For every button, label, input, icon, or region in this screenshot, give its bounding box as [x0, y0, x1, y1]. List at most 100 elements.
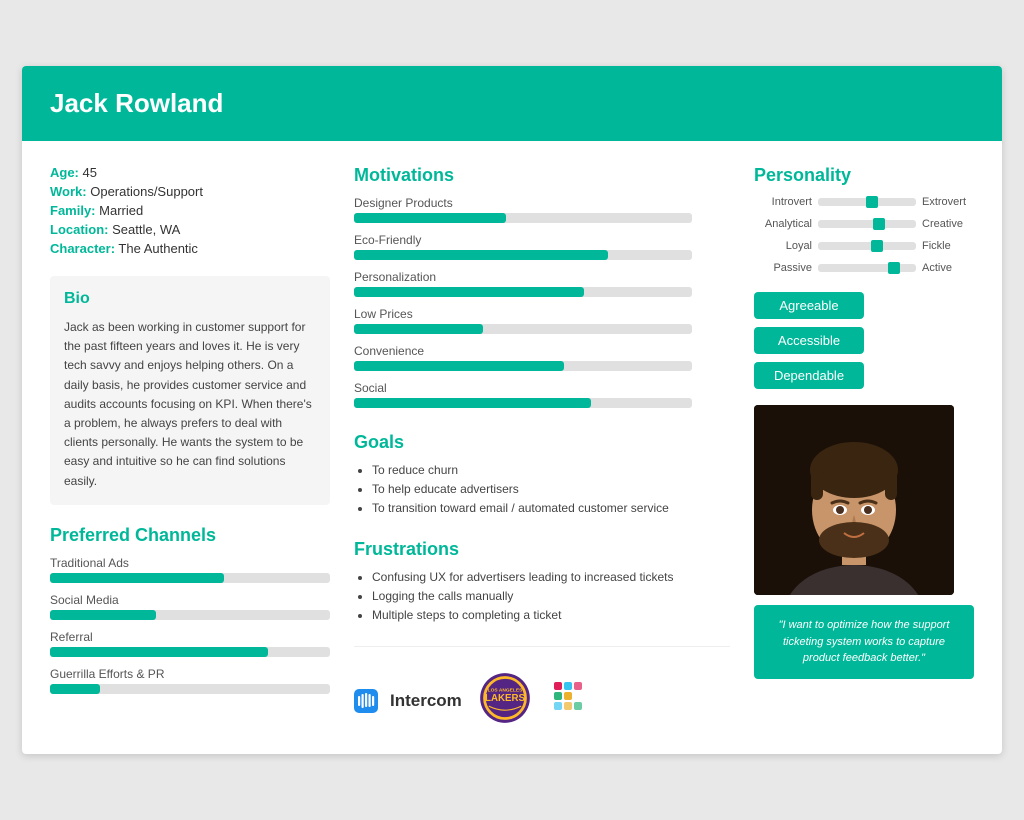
- trait-label-right: Creative: [922, 218, 974, 230]
- motivation-label: Designer Products: [354, 196, 730, 210]
- channel-bar-track: [50, 610, 330, 620]
- trait-badge: Dependable: [754, 362, 864, 389]
- age-value: 45: [83, 165, 97, 180]
- trait-badge: Accessible: [754, 327, 864, 354]
- channel-bar-track: [50, 573, 330, 583]
- frustrations-list: Confusing UX for advertisers leading to …: [354, 570, 730, 622]
- bio-box: Bio Jack as been working in customer sup…: [50, 276, 330, 505]
- motivation-list: Designer Products Eco-Friendly Personali…: [354, 196, 730, 408]
- channel-bar-fill: [50, 610, 156, 620]
- right-column: Personality Introvert Extrovert Analytic…: [754, 165, 974, 730]
- trait-label-right: Extrovert: [922, 196, 974, 208]
- list-item: Logging the calls manually: [372, 589, 730, 603]
- brands-section: Intercom LOS ANGELES LAKERS: [354, 646, 730, 730]
- avatar-image: [754, 405, 954, 595]
- motivation-bar-fill: [354, 213, 506, 223]
- persona-name: Jack Rowland: [50, 88, 974, 119]
- trait-marker: [873, 218, 885, 230]
- bio-title: Bio: [64, 290, 316, 308]
- personality-traits: Introvert Extrovert Analytical Creative …: [754, 196, 974, 274]
- age-label: Age:: [50, 165, 79, 180]
- work-label: Work:: [50, 184, 87, 199]
- work-value: Operations/Support: [90, 184, 203, 199]
- list-item: Low Prices: [354, 307, 730, 334]
- list-item: Traditional Ads: [50, 556, 330, 583]
- personality-title: Personality: [754, 165, 974, 186]
- motivation-bar-track: [354, 398, 692, 408]
- location-value: Seattle, WA: [112, 222, 180, 237]
- trait-track: [818, 242, 916, 250]
- trait-label-left: Analytical: [754, 218, 812, 230]
- motivation-bar-fill: [354, 398, 591, 408]
- intercom-logo-icon: [354, 689, 378, 713]
- trait-badges: AgreeableAccessibleDependable: [754, 292, 974, 389]
- channel-label: Social Media: [50, 593, 330, 607]
- list-item: Social: [354, 381, 730, 408]
- persona-card: Jack Rowland Age: 45 Work: Operations/Su…: [22, 66, 1002, 754]
- motivation-label: Convenience: [354, 344, 730, 358]
- intercom-brand: Intercom: [354, 689, 462, 713]
- personality-trait-row: Introvert Extrovert: [754, 196, 974, 208]
- quote-text: "I want to optimize how the support tick…: [768, 617, 960, 667]
- slack-logo-icon: [548, 676, 592, 720]
- trait-track: [818, 220, 916, 228]
- personality-section: Personality Introvert Extrovert Analytic…: [754, 165, 974, 274]
- trait-marker: [866, 196, 878, 208]
- goals-list: To reduce churnTo help educate advertise…: [354, 463, 730, 515]
- list-item: Eco-Friendly: [354, 233, 730, 260]
- left-column: Age: 45 Work: Operations/Support Family:…: [50, 165, 330, 730]
- motivation-bar-fill: [354, 250, 608, 260]
- motivation-bar-fill: [354, 287, 584, 297]
- trait-marker: [888, 262, 900, 274]
- channels-section: Preferred Channels Traditional Ads Socia…: [50, 525, 330, 694]
- location-label: Location:: [50, 222, 109, 237]
- goals-title: Goals: [354, 432, 730, 453]
- character-value: The Authentic: [118, 241, 198, 256]
- slack-brand: [548, 676, 592, 725]
- list-item: To help educate advertisers: [372, 482, 730, 496]
- work-line: Work: Operations/Support: [50, 184, 330, 199]
- trait-label-left: Passive: [754, 262, 812, 274]
- family-value: Married: [99, 203, 143, 218]
- motivation-bar-fill: [354, 361, 564, 371]
- intercom-text: Intercom: [390, 691, 462, 711]
- svg-text:LOS ANGELES: LOS ANGELES: [487, 688, 522, 694]
- family-line: Family: Married: [50, 203, 330, 218]
- lakers-logo-icon: LOS ANGELES LAKERS: [478, 671, 532, 725]
- profile-info: Age: 45 Work: Operations/Support Family:…: [50, 165, 330, 256]
- character-label: Character:: [50, 241, 115, 256]
- trait-label-left: Introvert: [754, 196, 812, 208]
- personality-trait-row: Analytical Creative: [754, 218, 974, 230]
- header: Jack Rowland: [22, 66, 1002, 141]
- channel-label: Guerrilla Efforts & PR: [50, 667, 330, 681]
- bio-text: Jack as been working in customer support…: [64, 318, 316, 491]
- frustrations-title: Frustrations: [354, 539, 730, 560]
- channel-label: Referral: [50, 630, 330, 644]
- list-item: Referral: [50, 630, 330, 657]
- avatar: [754, 405, 954, 595]
- trait-label-right: Active: [922, 262, 974, 274]
- location-line: Location: Seattle, WA: [50, 222, 330, 237]
- channel-bar-track: [50, 647, 330, 657]
- channel-bar-fill: [50, 573, 224, 583]
- personality-trait-row: Passive Active: [754, 262, 974, 274]
- motivation-bar-track: [354, 250, 692, 260]
- motivation-bar-track: [354, 213, 692, 223]
- lakers-brand: LOS ANGELES LAKERS: [478, 671, 532, 730]
- list-item: Social Media: [50, 593, 330, 620]
- trait-track: [818, 264, 916, 272]
- brands-row: Intercom LOS ANGELES LAKERS: [354, 671, 730, 730]
- channel-bar-fill: [50, 684, 100, 694]
- character-line: Character: The Authentic: [50, 241, 330, 256]
- svg-text:LAKERS: LAKERS: [485, 693, 525, 704]
- motivation-label: Low Prices: [354, 307, 730, 321]
- middle-column: Motivations Designer Products Eco-Friend…: [354, 165, 730, 730]
- channel-list: Traditional Ads Social Media Referral Gu…: [50, 556, 330, 694]
- motivation-bar-track: [354, 361, 692, 371]
- list-item: Guerrilla Efforts & PR: [50, 667, 330, 694]
- age-line: Age: 45: [50, 165, 330, 180]
- motivation-bar-track: [354, 324, 692, 334]
- trait-label-right: Fickle: [922, 240, 974, 252]
- motivation-label: Social: [354, 381, 730, 395]
- motivation-bar-fill: [354, 324, 483, 334]
